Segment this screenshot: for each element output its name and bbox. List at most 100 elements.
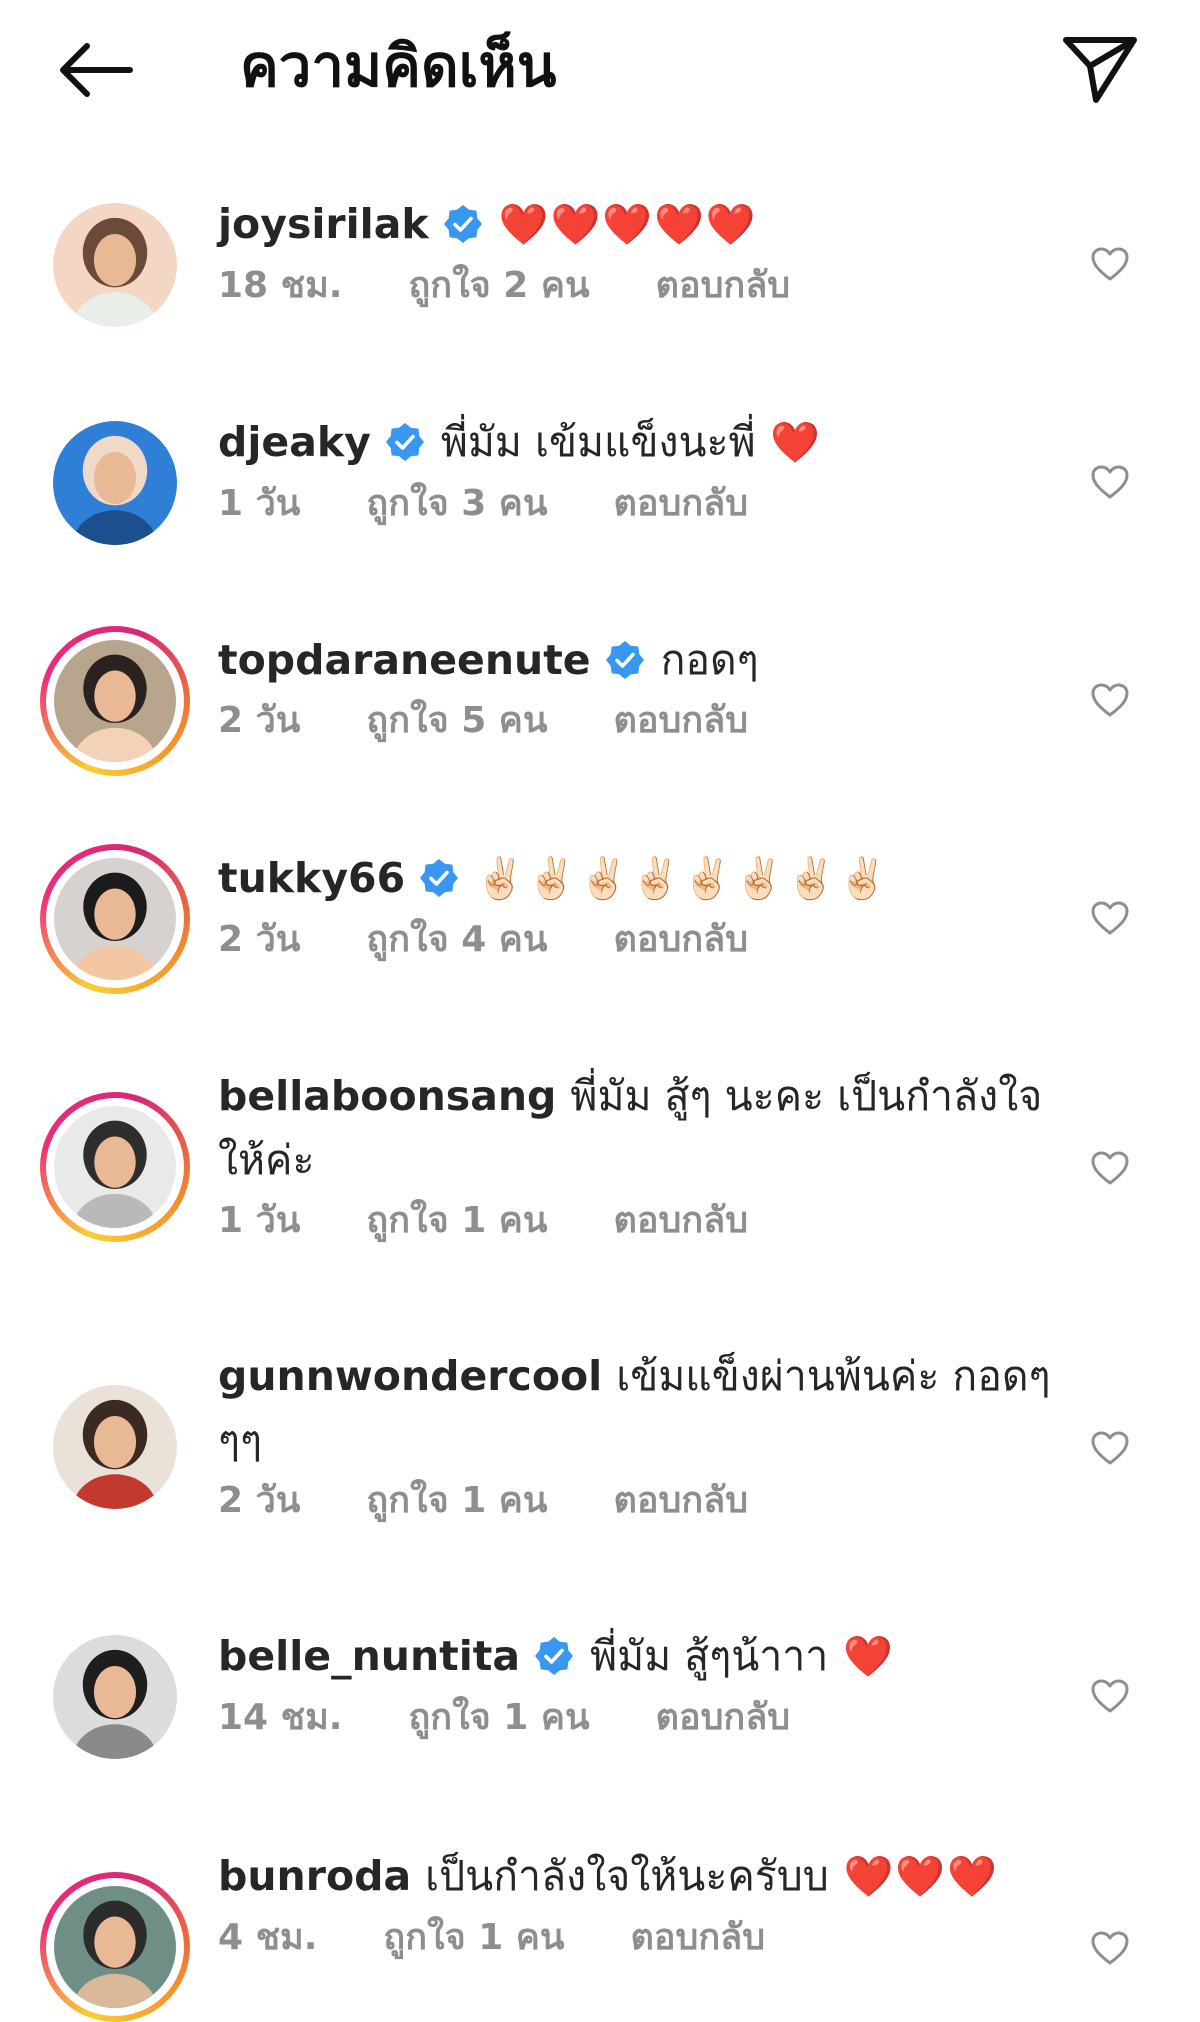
likes-count-link[interactable]: ถูกใจ 1 คน: [408, 1697, 589, 1738]
verified-badge-icon: [535, 1637, 574, 1675]
comment-meta: 18 ชม. ถูกใจ 2 คน ตอบกลับ: [218, 259, 1058, 313]
verified-badge-icon: [605, 641, 644, 679]
reply-button[interactable]: ตอบกลับ: [613, 919, 748, 960]
comment-body: bellaboonsang พี่มัม สู้ๆ นะคะ เป็นกำลังใ…: [218, 1064, 1058, 1248]
like-comment-button[interactable]: [1080, 234, 1140, 294]
comment-text: bunroda เป็นกำลังใจให้นะครับบ ❤️❤️❤️: [218, 1844, 1058, 1909]
comment-message: เป็นกำลังใจให้นะครับบ: [425, 1852, 829, 1900]
avatar-story-ring[interactable]: [40, 626, 190, 776]
comment-meta: 14 ชม. ถูกใจ 1 คน ตอบกลับ: [218, 1691, 1058, 1745]
likes-count-link[interactable]: ถูกใจ 4 คน: [366, 919, 547, 960]
like-comment-button[interactable]: [1080, 670, 1140, 730]
likes-count-link[interactable]: ถูกใจ 2 คน: [408, 265, 589, 306]
comment-text: topdaraneenute กอดๆ: [218, 628, 1058, 692]
verified-badge-icon: [385, 423, 424, 461]
avatar[interactable]: [53, 1635, 177, 1759]
avatar-container[interactable]: [40, 1372, 190, 1522]
avatar[interactable]: [54, 640, 176, 762]
avatar-ring-gap: [46, 1098, 184, 1236]
like-comment-button[interactable]: [1080, 1138, 1140, 1198]
avatar-ring-gap: [46, 850, 184, 988]
comment-emoji: ❤️: [755, 420, 823, 466]
avatar[interactable]: [53, 421, 177, 545]
like-comment-button[interactable]: [1080, 1918, 1140, 1978]
reply-button[interactable]: ตอบกลับ: [656, 265, 791, 306]
comment-body: djeaky พี่มัม เข้มแข็งนะพี่ ❤️ 1 วัน ถูกใจ …: [218, 410, 1058, 531]
comment-meta: 2 วัน ถูกใจ 5 คน ตอบกลับ: [218, 694, 1058, 748]
comment-meta: 2 วัน ถูกใจ 4 คน ตอบกลับ: [218, 913, 1058, 967]
comment-body: joysirilak ❤️❤️❤️❤️❤️ 18 ชม. ถูกใจ 2 คน ตอบก…: [218, 192, 1058, 313]
comment-timestamp: 4 ชม.: [218, 1917, 318, 1958]
avatar-container[interactable]: [40, 1622, 190, 1772]
comment-message: พี่มัม เข้มแข็งนะพี่: [440, 418, 756, 466]
comment-message: กอดๆ: [660, 636, 759, 684]
avatar[interactable]: [53, 203, 177, 327]
comment-timestamp: 18 ชม.: [218, 265, 343, 306]
comment-body: tukky66 ✌🏻✌🏻✌🏻✌🏻✌🏻✌🏻✌🏻✌🏻 2 วัน ถูกใจ 4 คน ตอ…: [218, 846, 1058, 967]
comment-text: gunnwondercool เข้มแข็งผ่านพ้นค่ะ กอดๆๆๆ: [218, 1344, 1058, 1472]
avatar-story-ring[interactable]: [40, 844, 190, 994]
avatar[interactable]: [54, 1106, 176, 1228]
comment-timestamp: 1 วัน: [218, 1200, 301, 1241]
comment-meta: 4 ชม. ถูกใจ 1 คน ตอบกลับ: [218, 1911, 1058, 1965]
like-comment-button[interactable]: [1080, 1666, 1140, 1726]
comment-list: joysirilak ❤️❤️❤️❤️❤️ 18 ชม. ถูกใจ 2 คน ตอบก…: [0, 0, 1200, 2022]
comment-text: joysirilak ❤️❤️❤️❤️❤️: [218, 192, 1058, 257]
username-link[interactable]: belle_nuntita: [218, 1632, 520, 1680]
reply-button[interactable]: ตอบกลับ: [613, 700, 748, 741]
avatar-container[interactable]: [40, 408, 190, 558]
heart-outline-icon: [1091, 1151, 1129, 1185]
reply-button[interactable]: ตอบกลับ: [613, 1480, 748, 1521]
heart-outline-icon: [1091, 465, 1129, 499]
username-link[interactable]: topdaraneenute: [218, 636, 591, 684]
comment-emoji: ❤️❤️❤️: [828, 1854, 999, 1900]
username-link[interactable]: bellaboonsang: [218, 1072, 556, 1120]
avatar[interactable]: [54, 1886, 176, 2008]
avatar[interactable]: [53, 1385, 177, 1509]
likes-count-link[interactable]: ถูกใจ 5 คน: [366, 700, 547, 741]
comment-body: topdaraneenute กอดๆ 2 วัน ถูกใจ 5 คน ตอบกลับ: [218, 628, 1058, 748]
heart-outline-icon: [1091, 1431, 1129, 1465]
likes-count-link[interactable]: ถูกใจ 1 คน: [383, 1917, 564, 1958]
avatar-container[interactable]: [40, 190, 190, 340]
comment-body: gunnwondercool เข้มแข็งผ่านพ้นค่ะ กอดๆๆๆ 2…: [218, 1344, 1058, 1528]
like-comment-button[interactable]: [1080, 452, 1140, 512]
likes-count-link[interactable]: ถูกใจ 1 คน: [366, 1200, 547, 1241]
heart-outline-icon: [1091, 1931, 1129, 1965]
avatar-ring-gap: [46, 1878, 184, 2016]
comment-timestamp: 2 วัน: [218, 700, 301, 741]
comment-text: bellaboonsang พี่มัม สู้ๆ นะคะ เป็นกำลังใ…: [218, 1064, 1058, 1192]
avatar-story-ring[interactable]: [40, 1092, 190, 1242]
username-link[interactable]: djeaky: [218, 418, 371, 466]
heart-outline-icon: [1091, 1679, 1129, 1713]
comment-meta: 1 วัน ถูกใจ 3 คน ตอบกลับ: [218, 477, 1058, 531]
username-link[interactable]: tukky66: [218, 854, 405, 902]
comment-text: tukky66 ✌🏻✌🏻✌🏻✌🏻✌🏻✌🏻✌🏻✌🏻: [218, 846, 1058, 911]
comment-timestamp: 2 วัน: [218, 919, 301, 960]
reply-button[interactable]: ตอบกลับ: [613, 483, 748, 524]
username-link[interactable]: gunnwondercool: [218, 1352, 602, 1400]
avatar-story-ring[interactable]: [40, 1872, 190, 2022]
verified-badge-icon: [420, 859, 459, 897]
comment-text: djeaky พี่มัม เข้มแข็งนะพี่ ❤️: [218, 410, 1058, 475]
username-link[interactable]: bunroda: [218, 1852, 411, 1900]
avatar-ring-gap: [46, 632, 184, 770]
comment-emoji: ✌🏻✌🏻✌🏻✌🏻✌🏻✌🏻✌🏻✌🏻: [475, 856, 890, 902]
heart-outline-icon: [1091, 247, 1129, 281]
comment-timestamp: 14 ชม.: [218, 1697, 343, 1738]
verified-badge-icon: [443, 205, 482, 243]
reply-button[interactable]: ตอบกลับ: [613, 1200, 748, 1241]
like-comment-button[interactable]: [1080, 1418, 1140, 1478]
comment-emoji: ❤️❤️❤️❤️❤️: [498, 202, 758, 248]
heart-outline-icon: [1091, 683, 1129, 717]
comment-timestamp: 2 วัน: [218, 1480, 301, 1521]
username-link[interactable]: joysirilak: [218, 200, 429, 248]
comment-meta: 2 วัน ถูกใจ 1 คน ตอบกลับ: [218, 1474, 1058, 1528]
likes-count-link[interactable]: ถูกใจ 3 คน: [366, 483, 547, 524]
like-comment-button[interactable]: [1080, 888, 1140, 948]
reply-button[interactable]: ตอบกลับ: [631, 1917, 766, 1958]
avatar[interactable]: [54, 858, 176, 980]
comment-body: bunroda เป็นกำลังใจให้นะครับบ ❤️❤️❤️ 4 ชม.…: [218, 1844, 1058, 1965]
reply-button[interactable]: ตอบกลับ: [656, 1697, 791, 1738]
likes-count-link[interactable]: ถูกใจ 1 คน: [366, 1480, 547, 1521]
